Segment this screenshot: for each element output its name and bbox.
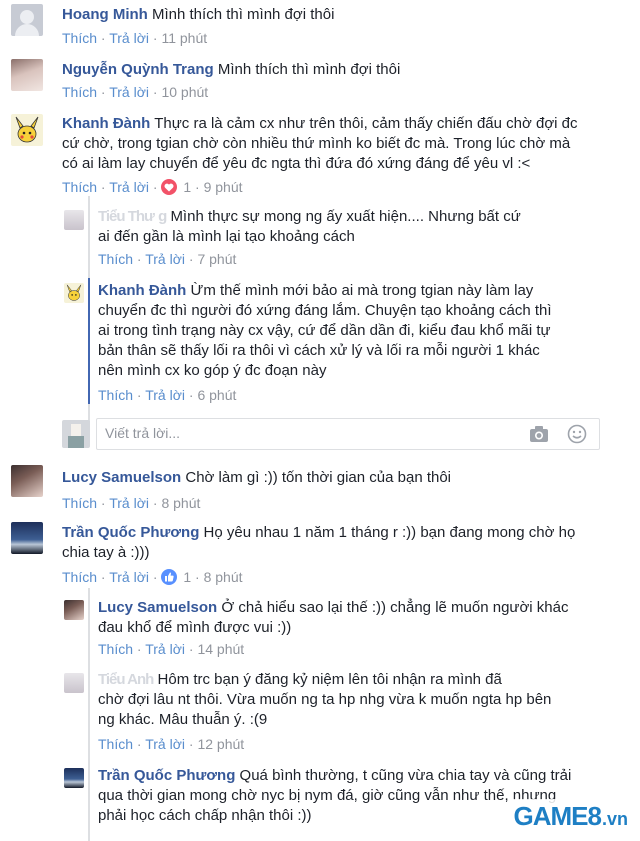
like-button[interactable]: Thích [62, 569, 97, 585]
watermark-suffix: .vn [601, 808, 628, 829]
like-button[interactable]: Thích [62, 179, 97, 195]
comment-author[interactable]: Hoang Minh [62, 6, 148, 23]
comment-actions: Thích · Trả lời · 6 phút [98, 387, 237, 403]
comment-text: Chờ làm gì :)) tốn thời gian của bạn thô… [185, 469, 452, 486]
avatar[interactable] [11, 522, 43, 554]
comment-text-line: Ừm thế mình mới bảo ai mà trong tgian nà… [190, 282, 534, 299]
heart-reaction-icon[interactable] [161, 179, 178, 195]
comment-text-line: cứ chờ, trong tgian chờ còn nhiều thứ mì… [62, 135, 571, 152]
comment-actions: Thích · Trả lời · 1 · 8 phút [62, 569, 243, 585]
reply-thread-line-active [88, 278, 90, 404]
comment-actions: Thích · Trả lời · 8 phút [62, 495, 201, 511]
comment-text-line: ai trong tình trạng này cx vậy, cứ để dầ… [98, 322, 551, 339]
reply-button[interactable]: Trả lời [145, 387, 185, 403]
comment-text-line: chuyển đc thì người đó xứng đáng lắm. Ch… [98, 302, 552, 319]
comment-text-line: Họ yêu nhau 1 năm 1 tháng r :)) bạn đang… [203, 524, 576, 541]
comment-text-line: chờ đợi lâu nt thôi. Vừa muốn ng ta hp n… [98, 691, 552, 708]
comment-text-line: Quá bình thường, t cũng vừa chia tay và … [239, 767, 572, 784]
comment-actions: Thích · Trả lời · 14 phút [98, 641, 245, 657]
timestamp[interactable]: 10 phút [161, 84, 208, 100]
timestamp[interactable]: 11 phút [161, 30, 207, 46]
avatar[interactable] [64, 673, 84, 693]
reply-button[interactable]: Trả lời [145, 736, 185, 752]
avatar[interactable] [64, 768, 84, 788]
watermark-brand: GAME8 [513, 800, 602, 831]
current-user-avatar [62, 420, 90, 448]
like-button[interactable]: Thích [62, 30, 97, 46]
timestamp[interactable]: 9 phút [204, 179, 243, 195]
comment-text-line: bản thân sẽ thấy lối ra thôi vì cách xử … [98, 342, 540, 359]
comment-text-line: Ở chả hiểu sao lại thế :)) chẳng lẽ muốn… [221, 599, 569, 616]
comment-text-line: Mình thực sự mong ng ấy xuất hiện.... Nh… [170, 208, 521, 225]
reply-input-placeholder: Viết trả lời... [105, 425, 181, 441]
comment-author[interactable]: Trần Quốc Phương [98, 767, 235, 784]
comment-text-line: ng khác. Mâu thuẫn ý. :(9 [98, 711, 268, 728]
reply-button[interactable]: Trả lời [145, 641, 185, 657]
reply-button[interactable]: Trả lời [109, 179, 149, 195]
reaction-count[interactable]: 1 [183, 569, 191, 585]
comment-author-blurred-tail: g [158, 208, 167, 225]
pikachu-avatar-icon [66, 284, 82, 301]
reply-button[interactable]: Trả lời [109, 569, 149, 585]
comment-text-line: nên mình cx ko góp ý đc đoạn này [98, 362, 327, 379]
reply-input[interactable]: Viết trả lời... [96, 418, 600, 450]
comment-text-line: Thực ra là cảm cx như trên thôi, cảm thấ… [154, 115, 578, 132]
comment-actions: Thích · Trả lời · 1 · 9 phút [62, 179, 243, 195]
avatar[interactable] [64, 600, 84, 620]
comment-text-line: đau khổ để mình được vui :)) [98, 619, 292, 636]
comment-text-line: có ai làm lay chuyển để yêu đc ngta thì … [62, 155, 531, 172]
like-button[interactable]: Thích [98, 251, 133, 267]
reply-button[interactable]: Trả lời [109, 30, 149, 46]
avatar[interactable] [64, 210, 84, 230]
like-button[interactable]: Thích [98, 736, 133, 752]
like-button[interactable]: Thích [62, 495, 97, 511]
avatar[interactable] [11, 465, 43, 497]
avatar[interactable] [11, 4, 43, 36]
reply-thread-line [88, 588, 90, 841]
emoji-icon[interactable] [567, 424, 587, 448]
comment-actions: Thích · Trả lời · 11 phút [62, 30, 208, 46]
like-button[interactable]: Thích [98, 387, 133, 403]
comment-author[interactable]: Tiểu Thư [98, 208, 155, 225]
comment-actions: Thích · Trả lời · 12 phút [98, 736, 245, 752]
reply-button[interactable]: Trả lời [109, 84, 149, 100]
comment-text-line: Hôm trc bạn ý đăng kỷ niệm lên tôi nhận … [157, 671, 502, 688]
comment-author[interactable]: Lucy Samuelson [98, 599, 217, 616]
timestamp[interactable]: 8 phút [161, 495, 200, 511]
timestamp[interactable]: 7 phút [197, 251, 236, 267]
avatar[interactable] [64, 283, 84, 303]
timestamp[interactable]: 12 phút [197, 736, 244, 752]
site-watermark: GAME8 .vn [509, 799, 632, 833]
comment-text: Mình thích thì mình đợi thôi [217, 61, 401, 78]
like-reaction-icon[interactable] [161, 569, 178, 585]
comment-author[interactable]: Trần Quốc Phương [62, 524, 199, 541]
avatar[interactable] [11, 59, 43, 91]
comment-actions: Thích · Trả lời · 10 phút [62, 84, 209, 100]
comment-author[interactable]: Khanh Đành [98, 282, 186, 299]
pikachu-avatar-icon [15, 116, 39, 143]
timestamp[interactable]: 14 phút [197, 641, 244, 657]
comment-text-line: chia tay à :))) [62, 544, 150, 561]
timestamp[interactable]: 6 phút [197, 387, 236, 403]
avatar[interactable] [11, 114, 43, 146]
comment-text-line: qua thời gian mong chờ nyc bị nym đá, gi… [98, 787, 557, 804]
comment-author[interactable]: Khanh Đành [62, 115, 150, 132]
timestamp[interactable]: 8 phút [204, 569, 243, 585]
like-button[interactable]: Thích [62, 84, 97, 100]
comment-author[interactable]: Nguyễn Quỳnh Trang [62, 61, 214, 78]
comment-text-line: phải học cách chấp nhận thôi :)) [98, 807, 312, 824]
comment-author[interactable]: Tiểu Anh [98, 671, 154, 688]
reply-button[interactable]: Trả lời [145, 251, 185, 267]
comment-text-line: ai đến gần là mình lại tạo khoảng cách [98, 228, 355, 245]
reply-button[interactable]: Trả lời [109, 495, 149, 511]
like-button[interactable]: Thích [98, 641, 133, 657]
camera-icon[interactable] [529, 425, 549, 447]
comment-author[interactable]: Lucy Samuelson [62, 469, 181, 486]
reaction-count[interactable]: 1 [183, 179, 191, 195]
comment-text: Mình thích thì mình đợi thôi [152, 6, 335, 23]
comment-actions: Thích · Trả lời · 7 phút [98, 251, 237, 267]
